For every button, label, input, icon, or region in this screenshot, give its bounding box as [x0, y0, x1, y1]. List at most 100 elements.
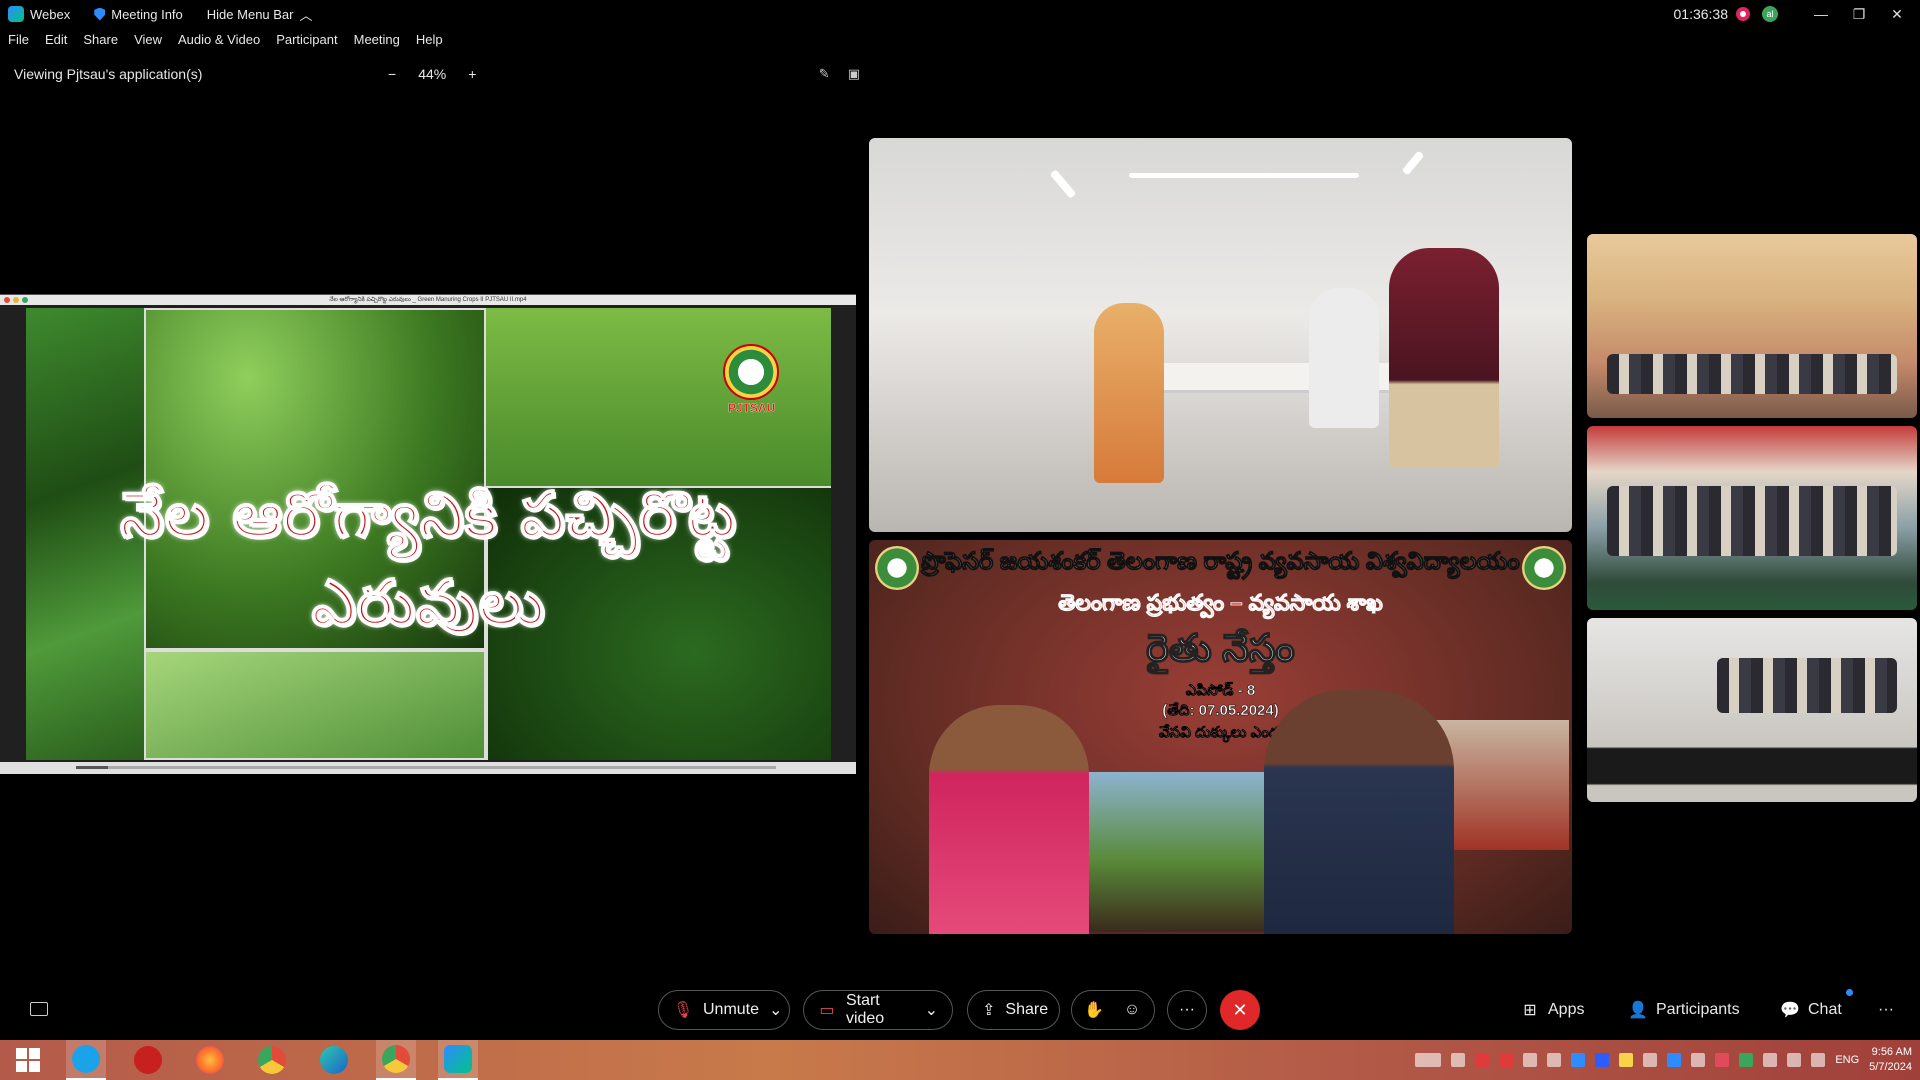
audience-group — [1717, 658, 1897, 713]
menu-help[interactable]: Help — [416, 32, 443, 54]
video-tile-hall-1[interactable] — [1587, 234, 1917, 418]
banner-university-name: ప్రొఫెసర్ జయశంకర్ తెలంగాణ రాష్ట్ర వ్యవసా… — [921, 548, 1520, 576]
menu-edit[interactable]: Edit — [45, 32, 67, 54]
language-indicator[interactable]: ENG — [1835, 1054, 1859, 1066]
menu-file[interactable]: File — [8, 32, 29, 54]
printer-icon[interactable] — [1451, 1053, 1466, 1067]
minimize-icon[interactable]: — — [1806, 6, 1836, 22]
participants-icon: 👤 — [1628, 1002, 1648, 1019]
share-button[interactable]: ⇪ Share — [967, 990, 1060, 1030]
leave-meeting-button[interactable]: ✕ — [1220, 990, 1260, 1030]
remote-control-icon[interactable]: ▣ — [848, 66, 860, 82]
app-icon[interactable] — [1643, 1053, 1658, 1067]
apps-button[interactable]: ⊞ Apps — [1520, 990, 1584, 1030]
pdf-icon[interactable] — [1475, 1053, 1490, 1067]
participants-button[interactable]: 👤 Participants — [1628, 990, 1740, 1030]
maximize-dot-icon — [22, 297, 28, 303]
chevron-down-icon[interactable]: ⌄ — [925, 1000, 938, 1020]
nvidia-icon[interactable] — [1739, 1053, 1754, 1067]
chrome-icon — [382, 1045, 410, 1073]
zoom-icon[interactable] — [1595, 1053, 1610, 1067]
system-tray: ENG 9:56 AM 5/7/2024 — [1415, 1040, 1912, 1080]
bluetooth-icon[interactable] — [1691, 1053, 1706, 1067]
overflow-button[interactable]: ··· — [1878, 990, 1894, 1030]
app-icon[interactable] — [1667, 1053, 1682, 1067]
system-clock[interactable]: 9:56 AM 5/7/2024 — [1869, 1045, 1912, 1075]
chat-button[interactable]: 💬 Chat — [1780, 990, 1842, 1030]
reactions-icon[interactable]: ☺ — [1122, 1000, 1142, 1020]
shield-icon — [94, 7, 106, 21]
participants-label: Participants — [1656, 1001, 1740, 1018]
menu-view[interactable]: View — [134, 32, 162, 54]
close-dot-icon — [4, 297, 10, 303]
taskbar-webex[interactable] — [438, 1040, 478, 1080]
pjtsau-logo-icon — [723, 344, 779, 400]
banner-program-title: రైతు నేస్తం — [1146, 627, 1296, 671]
network-icon[interactable] — [1787, 1053, 1802, 1067]
raise-hand-icon[interactable]: ✋ — [1084, 1000, 1104, 1020]
avatar[interactable]: al — [1762, 6, 1778, 22]
recording-icon[interactable] — [1736, 7, 1750, 21]
edge-icon — [320, 1046, 348, 1074]
meeting-controls: 🎙 Unmute ⌄ ▭ Start video ⌄ ⇪ Share ✋ ☺ ·… — [0, 980, 1920, 1040]
hide-menu-bar-button[interactable]: Hide Menu Bar ︿ — [207, 5, 313, 24]
folder-icon[interactable] — [1619, 1053, 1634, 1067]
taskbar-chrome-profile[interactable] — [376, 1040, 416, 1080]
start-button[interactable] — [8, 1040, 48, 1080]
taskbar-chrome[interactable] — [252, 1040, 292, 1080]
app-icon[interactable] — [1523, 1053, 1538, 1067]
app-icon[interactable] — [1547, 1053, 1562, 1067]
chat-label: Chat — [1808, 1001, 1842, 1018]
start-video-button[interactable]: ▭ Start video ⌄ — [803, 990, 953, 1030]
keyboard-icon[interactable] — [1415, 1053, 1442, 1067]
volume-icon[interactable] — [1811, 1053, 1826, 1067]
video-tile-hall-3[interactable] — [1587, 618, 1917, 802]
close-icon: ✕ — [1232, 999, 1248, 1020]
annotate-icon[interactable]: ✎ — [819, 66, 830, 82]
chat-notification-dot — [1846, 989, 1853, 996]
menu-participant[interactable]: Participant — [276, 32, 337, 54]
player-controls — [0, 762, 856, 774]
taskbar-app-red[interactable] — [128, 1040, 168, 1080]
close-icon[interactable]: ✕ — [1882, 6, 1912, 23]
participant-person — [1389, 248, 1499, 468]
clock-date: 5/7/2024 — [1869, 1061, 1912, 1073]
crop-image — [486, 308, 831, 486]
share-screen-icon: ⇪ — [982, 1002, 996, 1019]
unmute-button[interactable]: 🎙 Unmute ⌄ — [658, 990, 790, 1030]
meeting-info-button[interactable]: Meeting Info — [94, 7, 183, 22]
ceiling-light — [1129, 173, 1359, 178]
more-options-button[interactable]: ··· — [1167, 990, 1207, 1030]
app-icon — [134, 1046, 162, 1074]
video-tile-hall-2[interactable] — [1587, 426, 1917, 610]
webex-logo-icon — [8, 6, 24, 22]
restore-icon[interactable]: ❐ — [1844, 6, 1874, 23]
zoom-out-button[interactable]: − — [388, 66, 396, 82]
participant-person — [1094, 303, 1164, 483]
banner-department: తెలంగాణ ప్రభుత్వం – వ్యవసాయ శాఖ — [1058, 590, 1383, 616]
meeting-timer: 01:36:38 — [1673, 6, 1729, 22]
anydesk-icon[interactable] — [1499, 1053, 1514, 1067]
windows-logo-icon — [16, 1048, 40, 1072]
flag-icon[interactable] — [1763, 1053, 1778, 1067]
shared-content[interactable]: నేల ఆరోగ్యానికి పచ్చిరొట్ట ఎరువులు _ Gre… — [0, 294, 856, 774]
menu-share[interactable]: Share — [83, 32, 118, 54]
playback-progress-bar[interactable] — [76, 766, 776, 769]
reactions-group: ✋ ☺ — [1071, 990, 1155, 1030]
viewing-title: Viewing Pjtsau's application(s) — [14, 66, 203, 82]
zoom-in-button[interactable]: + — [468, 66, 476, 82]
taskbar-firefox[interactable] — [190, 1040, 230, 1080]
webex-tray-icon[interactable] — [1571, 1053, 1586, 1067]
security-icon[interactable] — [1715, 1053, 1730, 1067]
taskbar-edge[interactable] — [314, 1040, 354, 1080]
banner-episode: ఎపిసోడ్ - 8 — [1185, 682, 1256, 700]
menu-audio-video[interactable]: Audio & Video — [178, 32, 260, 54]
video-tile-office[interactable] — [869, 138, 1572, 532]
unmute-label: Unmute — [703, 1001, 760, 1018]
menu-meeting[interactable]: Meeting — [354, 32, 400, 54]
taskbar-skype[interactable] — [66, 1040, 106, 1080]
audience-group — [1607, 354, 1897, 394]
chevron-down-icon[interactable]: ⌄ — [769, 1000, 782, 1020]
video-tile-banner[interactable]: ప్రొఫెసర్ జయశంకర్ తెలంగాణ రాష్ట్ర వ్యవసా… — [869, 540, 1572, 934]
ceiling-light — [1049, 169, 1077, 199]
